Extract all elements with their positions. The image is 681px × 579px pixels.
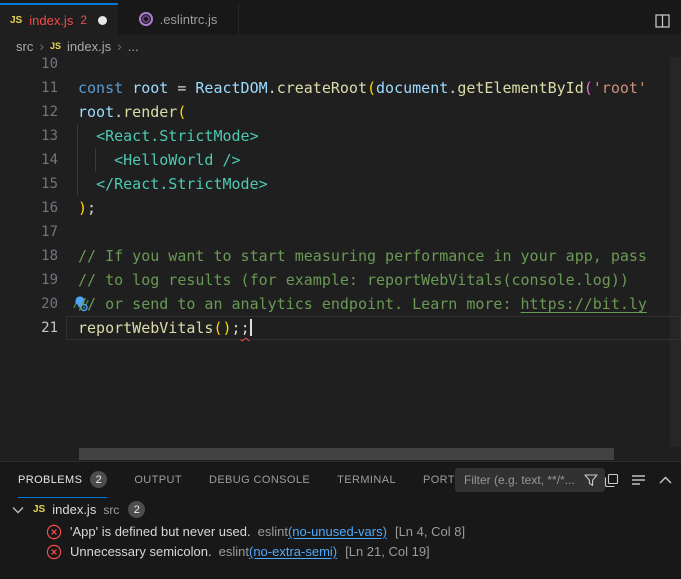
problem-source: eslint [219, 544, 249, 559]
error-icon [46, 524, 62, 540]
problems-file-group-row[interactable]: JS index.js src 2 [0, 499, 681, 520]
code-line[interactable]: 20 // or send to an analytics endpoint. L… [0, 292, 681, 316]
breadcrumb: src › JS index.js › ... [0, 35, 681, 57]
problem-rule-link[interactable]: (no-unused-vars) [288, 524, 387, 539]
panel-tab-label: TERMINAL [337, 474, 396, 486]
code-text: </React.StrictMode> [78, 172, 268, 196]
code-line[interactable]: 15 </React.StrictMode> [0, 172, 681, 196]
tab-label: index.js [29, 13, 73, 28]
line-number[interactable]: 13 [0, 124, 58, 148]
vscode-window: JS index.js 2 .eslintrc.js src › JS inde… [0, 0, 681, 579]
problems-count-badge: 2 [90, 471, 107, 488]
code-line[interactable]: 16); [0, 196, 681, 220]
code-line[interactable]: 18 // If you want to start measuring perf… [0, 244, 681, 268]
code-text: <HelloWorld /> [78, 148, 241, 172]
line-number[interactable]: 18 [0, 244, 58, 268]
problem-rule-link[interactable]: (no-extra-semi) [249, 544, 337, 559]
bottom-panel: PROBLEMS 2 OUTPUT DEBUG CONSOLE TERMINAL… [0, 461, 681, 579]
line-number[interactable]: 16 [0, 196, 58, 220]
line-number[interactable]: 10 [0, 57, 58, 76]
js-file-icon: JS [33, 504, 45, 515]
problems-filter-input[interactable] [462, 472, 580, 488]
editor-actions [651, 10, 673, 32]
problem-location: [Ln 4, Col 8] [395, 524, 465, 539]
line-number[interactable]: 12 [0, 100, 58, 124]
problem-location: [Ln 21, Col 19] [345, 544, 430, 559]
breadcrumb-symbol[interactable]: ... [128, 39, 139, 54]
tab-debug-console[interactable]: DEBUG CONSOLE [209, 462, 310, 498]
tab-label: .eslintrc.js [160, 12, 218, 27]
panel-action-icons [600, 469, 676, 491]
tab-index-js[interactable]: JS index.js 2 [0, 3, 118, 35]
tab-problems[interactable]: PROBLEMS 2 [18, 462, 107, 498]
code-line[interactable]: 19 // to log results (for example: report… [0, 268, 681, 292]
panel-tab-label: DEBUG CONSOLE [209, 474, 310, 486]
code-text: // to log results (for example: reportWe… [78, 268, 629, 292]
js-file-icon: JS [50, 41, 61, 51]
eslint-file-icon [139, 12, 153, 26]
code-text: const root = ReactDOM.createRoot(documen… [78, 76, 647, 100]
code-line[interactable]: 14 <HelloWorld /> [0, 148, 681, 172]
tab-output[interactable]: OUTPUT [134, 462, 182, 498]
split-editor-icon[interactable] [651, 10, 673, 32]
file-problems-count-badge: 2 [128, 501, 145, 518]
maximize-panel-icon[interactable] [654, 469, 676, 491]
code-text: <React.StrictMode> [78, 124, 259, 148]
problems-file-name: index.js [52, 502, 96, 517]
tab-eslintrc-js[interactable]: .eslintrc.js [118, 3, 239, 35]
editor-tab-bar: JS index.js 2 .eslintrc.js [0, 0, 681, 35]
code-line[interactable]: 11 const root = ReactDOM.createRoot(docum… [0, 76, 681, 100]
collapse-all-icon[interactable] [600, 469, 622, 491]
breadcrumb-src[interactable]: src [16, 39, 33, 54]
problem-source: eslint [258, 524, 288, 539]
view-as-table-icon[interactable] [627, 469, 649, 491]
code-line[interactable]: 10 [0, 57, 681, 76]
code-line[interactable]: 12 root.render( [0, 100, 681, 124]
error-icon [46, 544, 62, 560]
panel-tab-label: OUTPUT [134, 474, 182, 486]
code-text: ); [78, 196, 96, 220]
problem-row[interactable]: Unnecessary semicolon. eslint (no-extra-… [0, 541, 681, 562]
code-text: // If you want to start measuring perfor… [78, 244, 647, 268]
code-line[interactable]: 17 [0, 220, 681, 244]
problems-file-dir: src [103, 503, 119, 517]
panel-tab-label: PROBLEMS [18, 474, 82, 486]
line-number[interactable]: 14 [0, 148, 58, 172]
code-text: // or send to an analytics endpoint. Lea… [78, 292, 647, 316]
line-number[interactable]: 17 [0, 220, 58, 244]
panel-tab-bar: PROBLEMS 2 OUTPUT DEBUG CONSOLE TERMINAL… [0, 462, 463, 498]
problem-message: Unnecessary semicolon. [70, 544, 212, 559]
chevron-right-icon: › [39, 39, 44, 53]
breadcrumb-file[interactable]: index.js [67, 39, 111, 54]
filter-funnel-icon [584, 474, 598, 487]
problem-message: 'App' is defined but never used. [70, 524, 251, 539]
line-number[interactable]: 19 [0, 268, 58, 292]
code-line[interactable]: 13 <React.StrictMode> [0, 124, 681, 148]
line-number[interactable]: 15 [0, 172, 58, 196]
code-editor[interactable]: 1011 const root = ReactDOM.createRoot(doc… [0, 57, 681, 447]
problems-filter [455, 468, 605, 492]
line-number[interactable]: 21 [0, 316, 58, 340]
code-text: root.render( [78, 100, 186, 124]
line-number[interactable]: 20 [0, 292, 58, 316]
js-file-icon: JS [10, 15, 22, 26]
tab-problem-count: 2 [80, 13, 87, 27]
horizontal-scrollbar-thumb[interactable] [79, 448, 614, 460]
code-line[interactable]: 21 reportWebVitals();; [0, 316, 681, 340]
code-text: reportWebVitals();; [78, 316, 252, 340]
modified-dot-icon[interactable] [98, 16, 107, 25]
chevron-down-icon[interactable] [12, 506, 24, 514]
problem-row[interactable]: 'App' is defined but never used. eslint … [0, 521, 681, 542]
chevron-right-icon: › [117, 39, 122, 53]
line-number[interactable]: 11 [0, 76, 58, 100]
text-cursor [250, 319, 252, 336]
tab-terminal[interactable]: TERMINAL [337, 462, 396, 498]
